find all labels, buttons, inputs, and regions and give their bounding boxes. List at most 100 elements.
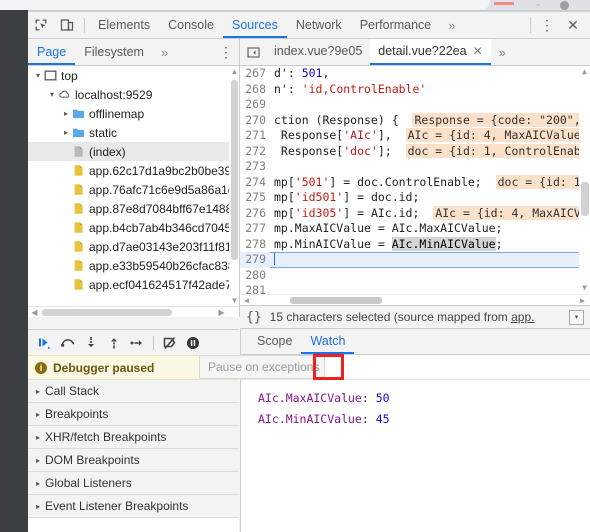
tab-watch[interactable]: Watch [301,329,355,354]
step-out-button[interactable] [103,332,125,354]
expand-triangle-right-icon[interactable]: ▸ [36,410,40,419]
editor-scroll-thumb[interactable] [581,182,589,216]
tab-sources[interactable]: Sources [222,12,287,38]
editor-scroll-up-arrow-icon[interactable]: ▲ [580,67,589,77]
code-line[interactable]: 273 [240,159,590,175]
editor-status-dropdown-icon[interactable]: ▾ [569,309,584,325]
editor-scroll-down-arrow-icon[interactable]: ▼ [580,283,589,293]
scroll-up-arrow-icon[interactable]: ▲ [230,67,239,77]
tree-item[interactable]: ▸app.ecf041624517f42ade7a [28,275,239,294]
expand-triangle-down-icon[interactable]: ▾ [32,71,44,80]
line-number[interactable]: 267 [240,66,270,82]
debugger-section-breakpoints[interactable]: ▸ Breakpoints [28,403,239,426]
browser-profile-icon[interactable] [560,1,569,10]
code-line[interactable]: 279 [240,252,590,268]
line-number[interactable]: 277 [240,221,270,237]
line-number[interactable]: 272 [240,143,270,159]
line-number[interactable]: 271 [240,128,270,144]
watch-expression-row[interactable]: AIc.MaxAICValue: 50 [258,388,590,409]
deactivate-breakpoints-button[interactable] [159,332,181,354]
editor-scroll-left-arrow-icon[interactable]: ◀ [241,295,252,305]
tree-item[interactable]: ▾ top [28,66,239,85]
code-line[interactable]: 277 mp.MaxAICValue = AIc.MaxAICValue; [240,221,590,237]
line-number[interactable]: 275 [240,190,270,206]
tab-scope[interactable]: Scope [248,329,301,354]
collapse-sidebar-icon[interactable] [240,40,266,65]
scroll-left-arrow-icon[interactable]: ◀ [29,307,40,317]
expand-triangle-right-icon[interactable]: ▸ [36,387,40,396]
step-over-button[interactable] [57,332,79,354]
navigator-tab-filesystem[interactable]: Filesystem [75,39,153,65]
line-number[interactable]: 280 [240,267,270,283]
expand-triangle-right-icon[interactable]: ▸ [60,109,72,118]
code-line[interactable]: 269 [240,97,590,113]
navigator-horizontal-scrollbar[interactable]: ◀ ▶ [28,306,239,317]
navigator-more-chevron-icon[interactable]: » [153,45,176,60]
resume-script-execution-button[interactable] [34,332,56,354]
tree-item[interactable]: ▾ localhost:9529 [28,85,239,104]
scroll-right-arrow-icon[interactable]: ▶ [216,307,227,317]
tree-item[interactable]: ▸app.e33b59540b26cfac8389 [28,256,239,275]
code-line[interactable]: 276 mp['id305'] = AIc.id; AIc = {id: 4, M… [240,205,590,221]
editor-scroll-right-arrow-icon[interactable]: ▶ [577,295,588,305]
code-line[interactable]: 270 ction (Response) { Response = {code: … [240,112,590,128]
step-into-button[interactable] [80,332,102,354]
navigator-vertical-scrollbar[interactable]: ▲ ▼ [229,66,239,307]
line-number[interactable]: 269 [240,97,270,113]
debugger-section-xhr-fetch-breakpoints[interactable]: ▸ XHR/fetch Breakpoints [28,426,239,449]
editor-hscroll-thumb[interactable] [290,297,382,304]
code-line[interactable]: 271 Response['AIc'], AIc = {id: 4, MaxAI… [240,128,590,144]
code-line[interactable]: 278 mp.MinAICValue = AIc.MinAICValue; [240,236,590,252]
inspect-element-icon[interactable] [28,13,54,38]
code-line[interactable]: 272 Response['doc']; doc = {id: 1, Contr… [240,143,590,159]
code-line[interactable]: 280 [240,267,590,283]
code-line[interactable]: 267 d': 501, [240,66,590,82]
editor-tab-detail-vue[interactable]: detail.vue?22ea ✕ [370,38,491,65]
debugger-section-call-stack[interactable]: ▸ Call Stack [28,380,239,403]
line-number[interactable]: 276 [240,205,270,221]
close-devtools-icon[interactable]: ✕ [560,13,586,38]
devtools-settings-menu-icon[interactable]: ⋮ [534,13,560,38]
pretty-print-icon[interactable]: {} [246,310,262,325]
code-line[interactable]: 274 mp['501'] = doc.ControlEnable; doc = … [240,174,590,190]
tree-item[interactable]: ▸(index) [28,142,239,161]
code-editor[interactable]: 267 d': 501, 268 n': 'id,ControlEnable' 269 2… [240,66,590,305]
expand-triangle-down-icon[interactable]: ▾ [46,90,58,99]
watch-expression-row[interactable]: AIc.MinAICValue: 45 [258,409,590,430]
line-number[interactable]: 279 [240,252,270,268]
navigator-scroll-thumb[interactable] [231,80,238,260]
line-number[interactable]: 274 [240,174,270,190]
tree-item[interactable]: ▸app.b4cb7ab4b346cd70459 [28,218,239,237]
line-number[interactable]: 268 [240,81,270,97]
navigator-menu-icon[interactable]: ⋮ [213,40,239,65]
line-number[interactable]: 278 [240,236,270,252]
tab-network[interactable]: Network [287,12,351,38]
more-tabs-chevron-icon[interactable]: » [440,18,463,33]
debugger-section-dom-breakpoints[interactable]: ▸ DOM Breakpoints [28,449,239,472]
editor-vertical-scrollbar[interactable]: ▲ ▼ [579,66,590,294]
line-number[interactable]: 273 [240,159,270,175]
pause-on-exceptions-button[interactable] [182,332,204,354]
device-toolbar-icon[interactable] [54,13,80,38]
scroll-down-arrow-icon[interactable]: ▼ [230,296,239,306]
debugger-section-global-listeners[interactable]: ▸ Global Listeners [28,472,239,495]
step-button[interactable] [126,332,148,354]
tree-item[interactable]: ▸app.76afc71c6e9d5a86a1cb [28,180,239,199]
expand-triangle-right-icon[interactable]: ▸ [36,479,40,488]
tree-item[interactable]: ▸app.87e8d7084bff67e14881 [28,199,239,218]
tree-item[interactable]: ▸app.62c17d1a9bc2b0be390 [28,161,239,180]
debugger-section-event-listener-breakpoints[interactable]: ▸ Event Listener Breakpoints [28,495,239,518]
navigator-tab-page[interactable]: Page [28,39,76,65]
expand-triangle-right-icon[interactable]: ▸ [36,433,40,442]
expand-triangle-right-icon[interactable]: ▸ [36,502,40,511]
tab-console[interactable]: Console [159,12,223,38]
browser-minimize-icon[interactable] [494,2,514,5]
expand-triangle-right-icon[interactable]: ▸ [36,456,40,465]
editor-horizontal-scrollbar[interactable]: ◀ ▶ [240,294,590,305]
editor-more-tabs-chevron-icon[interactable]: » [491,45,514,60]
line-number[interactable]: 270 [240,112,270,128]
close-icon[interactable]: ✕ [473,38,483,64]
code-line[interactable]: 275 mp['id501'] = doc.id; [240,190,590,206]
editor-status-link[interactable]: app. [511,310,534,324]
expand-triangle-right-icon[interactable]: ▸ [60,128,72,137]
